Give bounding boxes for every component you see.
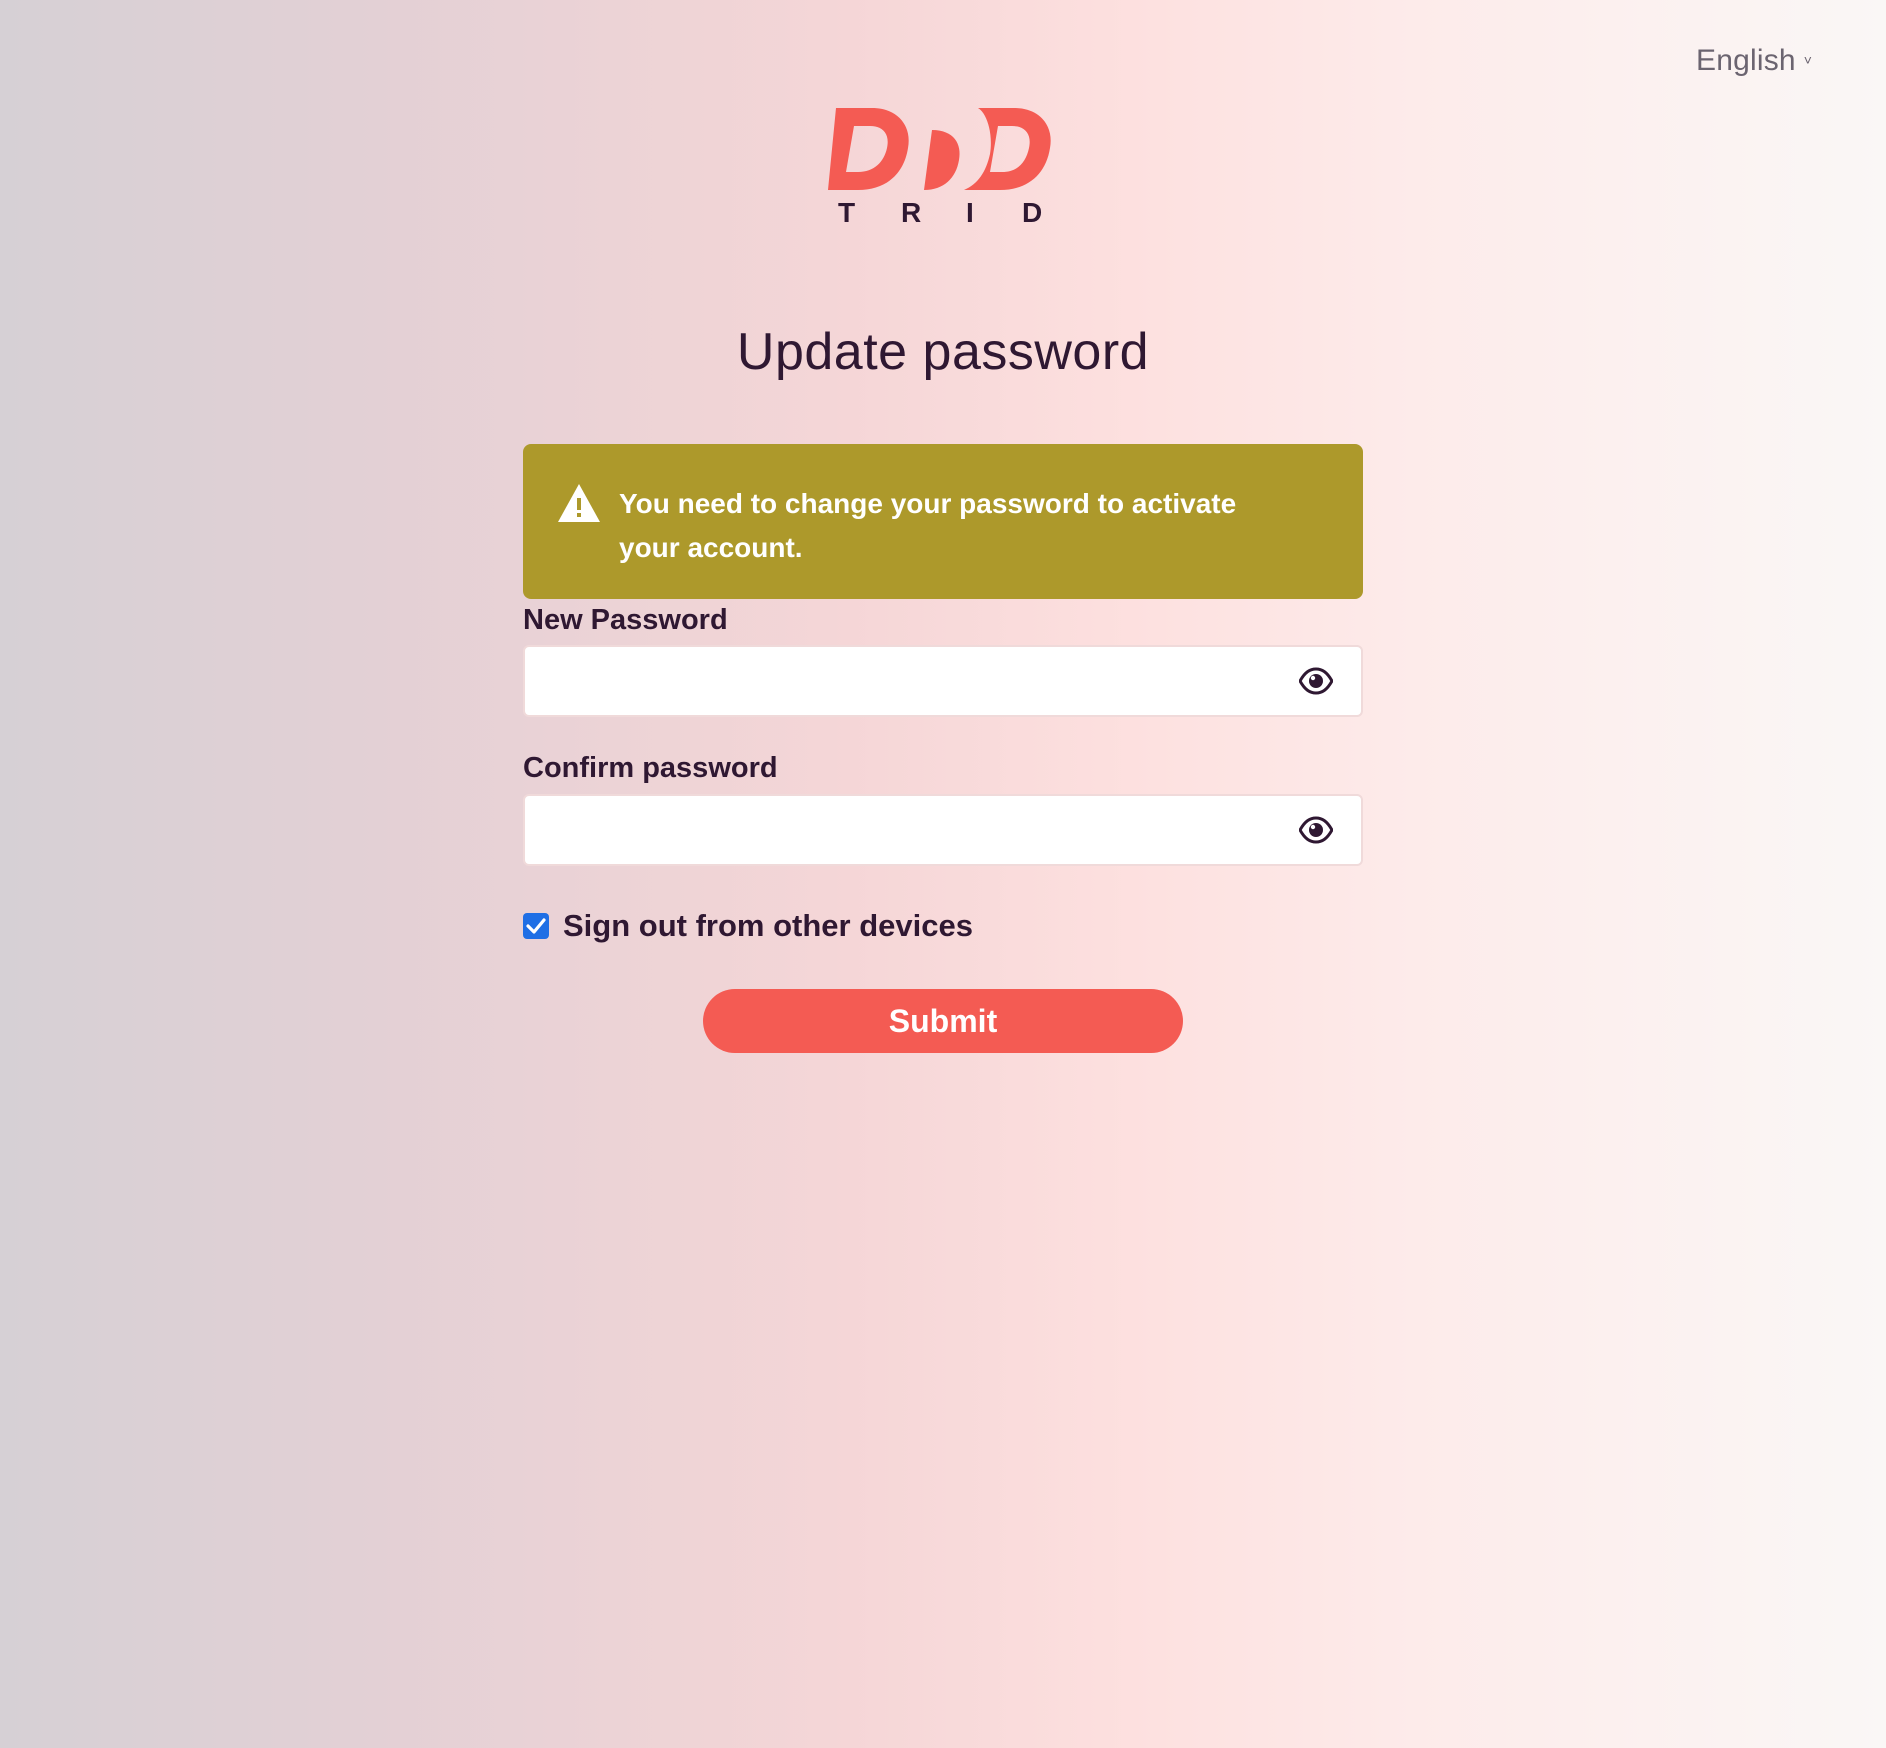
sign-out-checkbox-label[interactable]: Sign out from other devices — [563, 908, 973, 944]
language-label[interactable]: English — [1696, 44, 1796, 78]
logo-d-middle — [924, 130, 960, 190]
eye-icon[interactable] — [1299, 667, 1333, 695]
new-password-label: New Password — [523, 604, 728, 636]
confirm-password-label: Confirm password — [523, 752, 778, 784]
checkmark-icon — [526, 918, 546, 934]
logo-letter-r: R — [901, 197, 921, 228]
confirm-password-input[interactable] — [525, 796, 1285, 864]
warning-triangle-icon — [558, 484, 600, 522]
alert-message: You need to change your password to acti… — [619, 488, 1237, 563]
logo-d-left — [828, 108, 909, 190]
chevron-down-icon[interactable]: ˅ — [1804, 52, 1812, 68]
submit-button[interactable]: Submit — [703, 989, 1183, 1053]
confirm-password-field[interactable] — [523, 794, 1363, 866]
new-password-input[interactable] — [525, 647, 1285, 715]
password-change-alert: You need to change your password to acti… — [523, 444, 1363, 599]
logo-d-right — [964, 108, 1051, 190]
logo-letter-t: T — [838, 197, 855, 228]
sign-out-checkbox[interactable] — [523, 913, 549, 939]
logo-letter-d: D — [1022, 197, 1042, 228]
eye-icon[interactable] — [1299, 816, 1333, 844]
new-password-field[interactable] — [523, 645, 1363, 717]
page-title: Update password — [736, 323, 1150, 381]
trid-logo: T R I D — [828, 104, 1058, 228]
sign-out-other-devices[interactable]: Sign out from other devices — [523, 908, 973, 944]
logo-letter-i: I — [966, 197, 974, 228]
language-selector[interactable]: English ˅ — [1696, 44, 1812, 78]
